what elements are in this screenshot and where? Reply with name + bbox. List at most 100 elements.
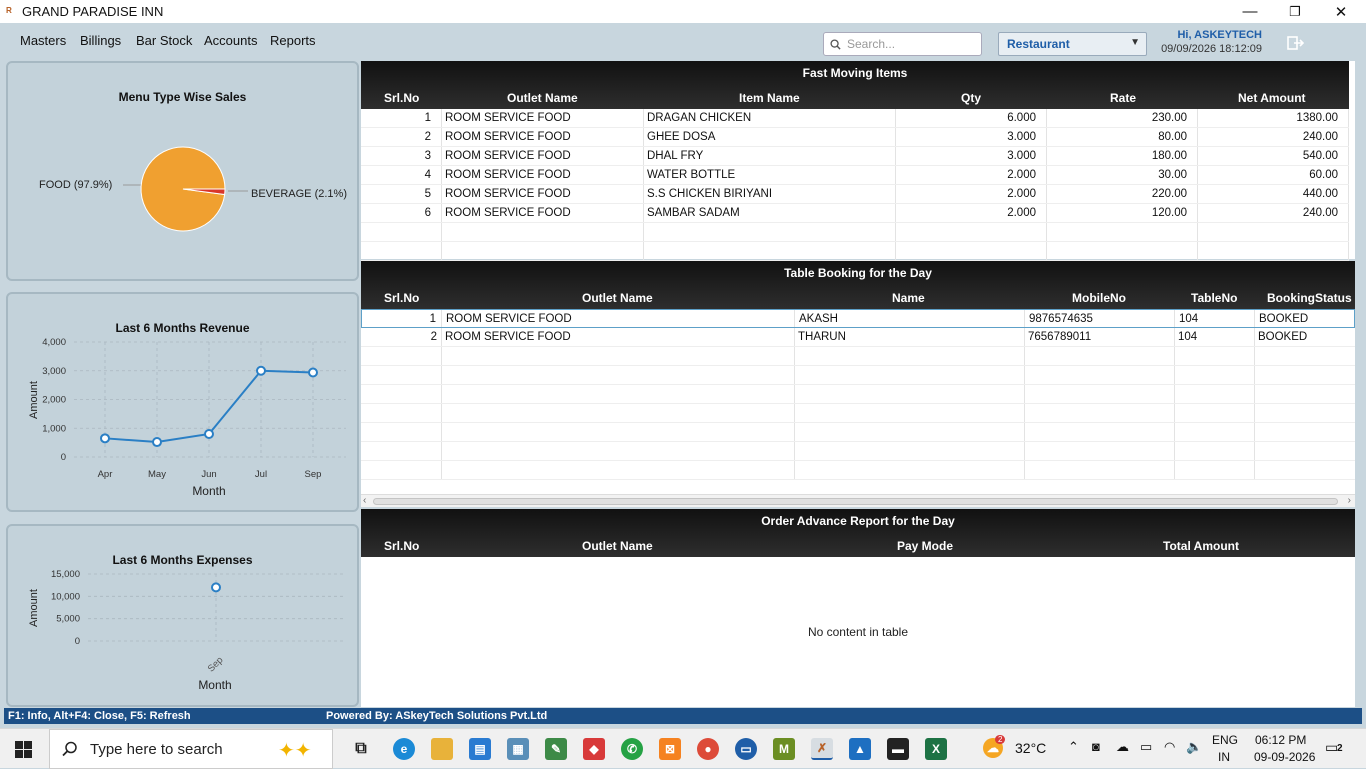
logout-icon[interactable] bbox=[1287, 35, 1305, 56]
horizontal-scrollbar[interactable]: ‹ › bbox=[361, 494, 1355, 507]
table-row[interactable] bbox=[361, 366, 1355, 385]
col-rate[interactable]: Rate bbox=[1110, 91, 1136, 105]
revenue-point-may[interactable] bbox=[152, 437, 162, 448]
region-indicator[interactable]: IN bbox=[1218, 750, 1230, 764]
table-row[interactable]: 2 ROOM SERVICE FOOD GHEE DOSA 3.000 80.00 240… bbox=[361, 128, 1349, 147]
col-srlno[interactable]: Srl.No bbox=[384, 291, 419, 305]
col-tableno[interactable]: TableNo bbox=[1191, 291, 1237, 305]
col-total-amount[interactable]: Total Amount bbox=[1163, 539, 1239, 553]
minimize-button[interactable]: — bbox=[1227, 0, 1273, 23]
taskbar-search-box[interactable]: Type here to search ✦✦ bbox=[49, 729, 333, 769]
task-view-icon[interactable]: ⧉ bbox=[350, 738, 372, 760]
revenue-ylabel: Amount bbox=[28, 381, 40, 419]
revenue-point-jun[interactable] bbox=[204, 429, 214, 439]
scroll-right-icon[interactable]: › bbox=[1348, 495, 1351, 506]
expenses-point-sep[interactable] bbox=[211, 582, 221, 593]
table-row[interactable]: 1 ROOM SERVICE FOOD AKASH 9876574635 104 BOOK… bbox=[361, 309, 1355, 328]
photos-icon[interactable]: ▲ bbox=[849, 738, 871, 760]
close-button[interactable]: ✕ bbox=[1318, 0, 1364, 23]
revenue-point-apr[interactable] bbox=[100, 433, 110, 444]
col-net-amount[interactable]: Net Amount bbox=[1238, 91, 1306, 105]
language-indicator[interactable]: ENG bbox=[1212, 733, 1238, 747]
xampp-icon[interactable]: ⊠ bbox=[659, 738, 681, 760]
notes-app-icon[interactable]: ✎ bbox=[545, 738, 567, 760]
cloud-off-icon[interactable]: ☁ bbox=[1116, 739, 1129, 755]
table-cell: ROOM SERVICE FOOD bbox=[445, 112, 571, 124]
table-cell: 2 bbox=[430, 331, 437, 343]
col-item-name[interactable]: Item Name bbox=[739, 91, 800, 105]
col-qty[interactable]: Qty bbox=[961, 91, 981, 105]
col-booking-status[interactable]: BookingStatus bbox=[1267, 291, 1352, 305]
chevron-up-icon[interactable]: ⌃ bbox=[1068, 739, 1079, 755]
chrome-icon[interactable]: ● bbox=[697, 738, 719, 760]
maximize-button[interactable]: ❐ bbox=[1272, 0, 1318, 23]
table-row[interactable] bbox=[361, 404, 1355, 423]
revenue-point-sep[interactable] bbox=[308, 367, 318, 378]
table-row[interactable] bbox=[361, 347, 1355, 366]
scrollbar-thumb[interactable] bbox=[373, 498, 1338, 505]
file-explorer-icon[interactable] bbox=[431, 738, 453, 760]
table-cell: S.S CHICKEN BIRIYANI bbox=[647, 188, 773, 200]
col-mobileno[interactable]: MobileNo bbox=[1072, 291, 1126, 305]
table-row[interactable] bbox=[361, 223, 1349, 242]
col-outlet-name[interactable]: Outlet Name bbox=[507, 91, 578, 105]
col-name[interactable]: Name bbox=[892, 291, 925, 305]
camera-icon[interactable]: ◙ bbox=[1092, 739, 1100, 754]
col-srlno[interactable]: Srl.No bbox=[384, 91, 419, 105]
menu-bar-stock[interactable]: Bar Stock bbox=[136, 33, 192, 48]
col-outlet-name[interactable]: Outlet Name bbox=[582, 539, 653, 553]
table-row[interactable] bbox=[361, 442, 1355, 461]
clock-time[interactable]: 06:12 PM bbox=[1255, 733, 1306, 747]
table-row[interactable]: 5 ROOM SERVICE FOOD S.S CHICKEN BIRIYANI 2.… bbox=[361, 185, 1349, 204]
table-row[interactable]: 1 ROOM SERVICE FOOD DRAGAN CHICKEN 6.000 230… bbox=[361, 109, 1349, 128]
col-srlno[interactable]: Srl.No bbox=[384, 539, 419, 553]
expenses-ytick: 0 bbox=[75, 636, 80, 647]
paradise-inn-app-icon[interactable]: ✗ bbox=[811, 738, 833, 760]
menu-masters[interactable]: Masters bbox=[20, 33, 66, 48]
revenue-ytick: 1,000 bbox=[42, 423, 66, 434]
table-cell: 104 bbox=[1179, 313, 1199, 325]
table-cell: 2.000 bbox=[1007, 169, 1036, 181]
table-row[interactable]: 6 ROOM SERVICE FOOD SAMBAR SADAM 2.000 120.0… bbox=[361, 204, 1349, 223]
anydesk-icon[interactable]: ◆ bbox=[583, 738, 605, 760]
revenue-point-jul[interactable] bbox=[256, 365, 266, 376]
table-row[interactable] bbox=[361, 423, 1355, 442]
menu-billings[interactable]: Billings bbox=[80, 33, 121, 48]
outlet-select-value: Restaurant bbox=[1007, 37, 1070, 51]
store-icon[interactable]: ▤ bbox=[469, 738, 491, 760]
excel-icon[interactable]: X bbox=[925, 738, 947, 760]
table-row[interactable]: 4 ROOM SERVICE FOOD WATER BOTTLE 2.000 30.00… bbox=[361, 166, 1349, 185]
weather-temp[interactable]: 32°C bbox=[1015, 740, 1046, 756]
menu-accounts[interactable]: Accounts bbox=[204, 33, 257, 48]
table-cell: THARUN bbox=[798, 331, 846, 343]
table-cell: 220.00 bbox=[1151, 188, 1187, 200]
table-row[interactable] bbox=[361, 242, 1349, 261]
outlet-select[interactable]: Restaurant ▼ bbox=[998, 32, 1147, 56]
menu-reports[interactable]: Reports bbox=[270, 33, 316, 48]
table-cell: 3.000 bbox=[1007, 150, 1036, 162]
table-row[interactable]: 3 ROOM SERVICE FOOD DHAL FRY 3.000 180.00 540… bbox=[361, 147, 1349, 166]
search-placeholder: Search... bbox=[847, 37, 896, 51]
wifi-icon[interactable]: ◠ bbox=[1164, 739, 1175, 755]
search-input[interactable]: Search... bbox=[823, 32, 982, 56]
windows-start-icon[interactable] bbox=[15, 741, 32, 761]
table-row[interactable] bbox=[361, 385, 1355, 404]
table-row[interactable]: 2 ROOM SERVICE FOOD THARUN 7656789011 104 BOO… bbox=[361, 328, 1355, 347]
app-m-icon[interactable]: M bbox=[773, 738, 795, 760]
fast-moving-items-table: Fast Moving Items Srl.No Outlet Name Ite… bbox=[361, 61, 1355, 261]
col-outlet-name[interactable]: Outlet Name bbox=[582, 291, 653, 305]
col-pay-mode[interactable]: Pay Mode bbox=[897, 539, 953, 553]
terminal-icon[interactable]: ▬ bbox=[887, 738, 909, 760]
speaker-icon[interactable]: 🔈 bbox=[1186, 739, 1202, 755]
scroll-left-icon[interactable]: ‹ bbox=[363, 495, 366, 506]
table-row[interactable] bbox=[361, 461, 1355, 480]
whatsapp-icon[interactable]: ✆ bbox=[621, 738, 643, 760]
edge-browser-icon[interactable]: e bbox=[393, 738, 415, 760]
taskbar-search-placeholder: Type here to search bbox=[90, 740, 223, 758]
calculator-icon[interactable]: ▦ bbox=[507, 738, 529, 760]
app-logo-icon: ᴿ bbox=[6, 4, 12, 19]
clock-date[interactable]: 09-09-2026 bbox=[1254, 750, 1315, 764]
remote-desktop-icon[interactable]: ▭ bbox=[735, 738, 757, 760]
revenue-line-chart: Amount Month 4,000 3,000 2,000 1,000 0 Apr May… bbox=[28, 337, 346, 498]
battery-icon[interactable]: ▭ bbox=[1140, 739, 1152, 755]
